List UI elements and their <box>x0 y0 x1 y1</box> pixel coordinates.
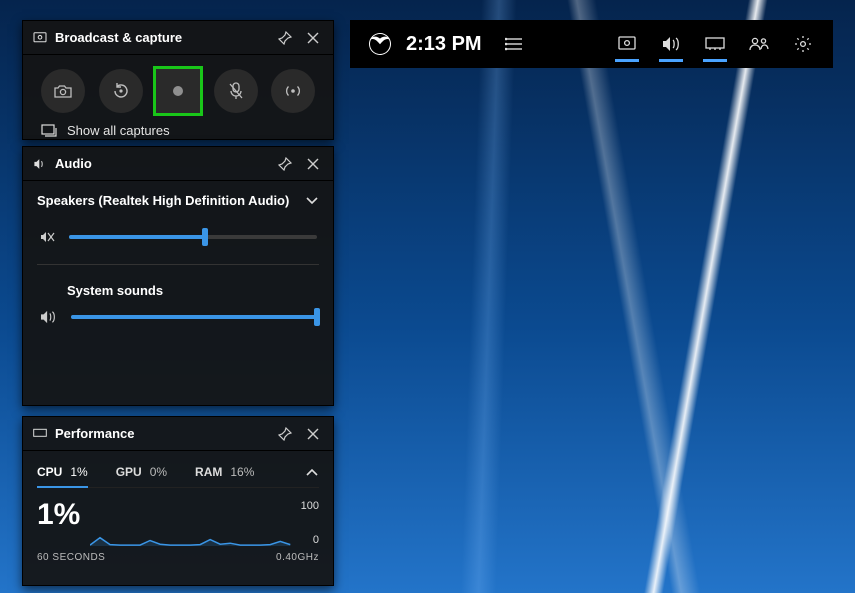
pin-button[interactable] <box>271 420 299 448</box>
tab-cpu-value: 1% <box>70 465 87 479</box>
tab-gpu[interactable]: GPU 0% <box>116 465 167 479</box>
broadcast-panel-title: Broadcast & capture <box>55 30 271 45</box>
tab-ram-label: RAM <box>195 465 222 479</box>
audio-output-selector[interactable]: Speakers (Realtek High Definition Audio) <box>37 193 319 208</box>
collapse-button[interactable] <box>305 467 319 477</box>
tab-gpu-value: 0% <box>150 465 167 479</box>
mute-icon[interactable] <box>39 230 55 244</box>
chart-y-axis: 100 0 <box>301 500 319 546</box>
y-max-label: 100 <box>301 500 319 512</box>
performance-footer: 60 SECONDS 0.40GHz <box>37 546 319 563</box>
performance-icon <box>33 428 47 439</box>
performance-panel-header: Performance <box>23 417 333 451</box>
chevron-down-icon <box>305 196 319 206</box>
x-axis-label: 60 SECONDS <box>37 552 105 563</box>
performance-panel-title: Performance <box>55 426 271 441</box>
capture-icon <box>33 32 47 44</box>
speaker-icon[interactable] <box>39 310 57 324</box>
widgets-menu-button[interactable] <box>492 20 536 68</box>
clock: 2:13 PM <box>406 33 482 56</box>
topbar-settings-button[interactable] <box>781 20 825 68</box>
master-volume-slider[interactable] <box>69 235 317 239</box>
close-button[interactable] <box>299 150 327 178</box>
audio-output-label: Speakers (Realtek High Definition Audio) <box>37 193 289 208</box>
topbar-performance-button[interactable] <box>693 20 737 68</box>
tab-ram[interactable]: RAM 16% <box>195 465 254 479</box>
show-all-captures-label: Show all captures <box>67 123 170 138</box>
start-broadcast-button[interactable] <box>271 69 315 113</box>
audio-icon <box>33 158 47 170</box>
audio-panel-title: Audio <box>55 156 271 171</box>
performance-panel: Performance CPU 1% GPU 0% RAM 16% <box>22 416 334 586</box>
start-recording-button[interactable] <box>156 69 200 113</box>
close-button[interactable] <box>299 420 327 448</box>
cpu-frequency-label: 0.40GHz <box>276 552 319 563</box>
broadcast-panel-header: Broadcast & capture <box>23 21 333 55</box>
audio-panel: Audio Speakers (Realtek High Definition … <box>22 146 334 406</box>
close-button[interactable] <box>299 24 327 52</box>
pin-button[interactable] <box>271 150 299 178</box>
gallery-icon <box>41 124 57 137</box>
system-sounds-row <box>37 304 319 330</box>
xbox-icon <box>358 32 402 56</box>
master-volume-row <box>37 224 319 250</box>
tab-ram-value: 16% <box>230 465 254 479</box>
pin-button[interactable] <box>271 24 299 52</box>
tab-gpu-label: GPU <box>116 465 142 479</box>
system-sounds-slider[interactable] <box>71 315 317 319</box>
screenshot-button[interactable] <box>41 69 85 113</box>
cpu-current-value: 1% <box>37 500 80 530</box>
show-all-captures-link[interactable]: Show all captures <box>37 123 319 138</box>
gamebar-topbar: 2:13 PM <box>350 20 833 68</box>
audio-panel-header: Audio <box>23 147 333 181</box>
broadcast-capture-panel: Broadcast & capture <box>22 20 334 140</box>
y-min-label: 0 <box>313 534 319 546</box>
performance-tabs: CPU 1% GPU 0% RAM 16% <box>37 459 319 488</box>
tab-cpu[interactable]: CPU 1% <box>37 465 88 479</box>
system-sounds-label: System sounds <box>67 283 319 298</box>
record-last-button[interactable] <box>99 69 143 113</box>
topbar-social-button[interactable] <box>737 20 781 68</box>
topbar-capture-button[interactable] <box>605 20 649 68</box>
mic-toggle-button[interactable] <box>214 69 258 113</box>
topbar-audio-button[interactable] <box>649 20 693 68</box>
cpu-usage-chart <box>90 500 290 546</box>
tab-cpu-label: CPU <box>37 465 62 479</box>
divider <box>37 264 319 265</box>
